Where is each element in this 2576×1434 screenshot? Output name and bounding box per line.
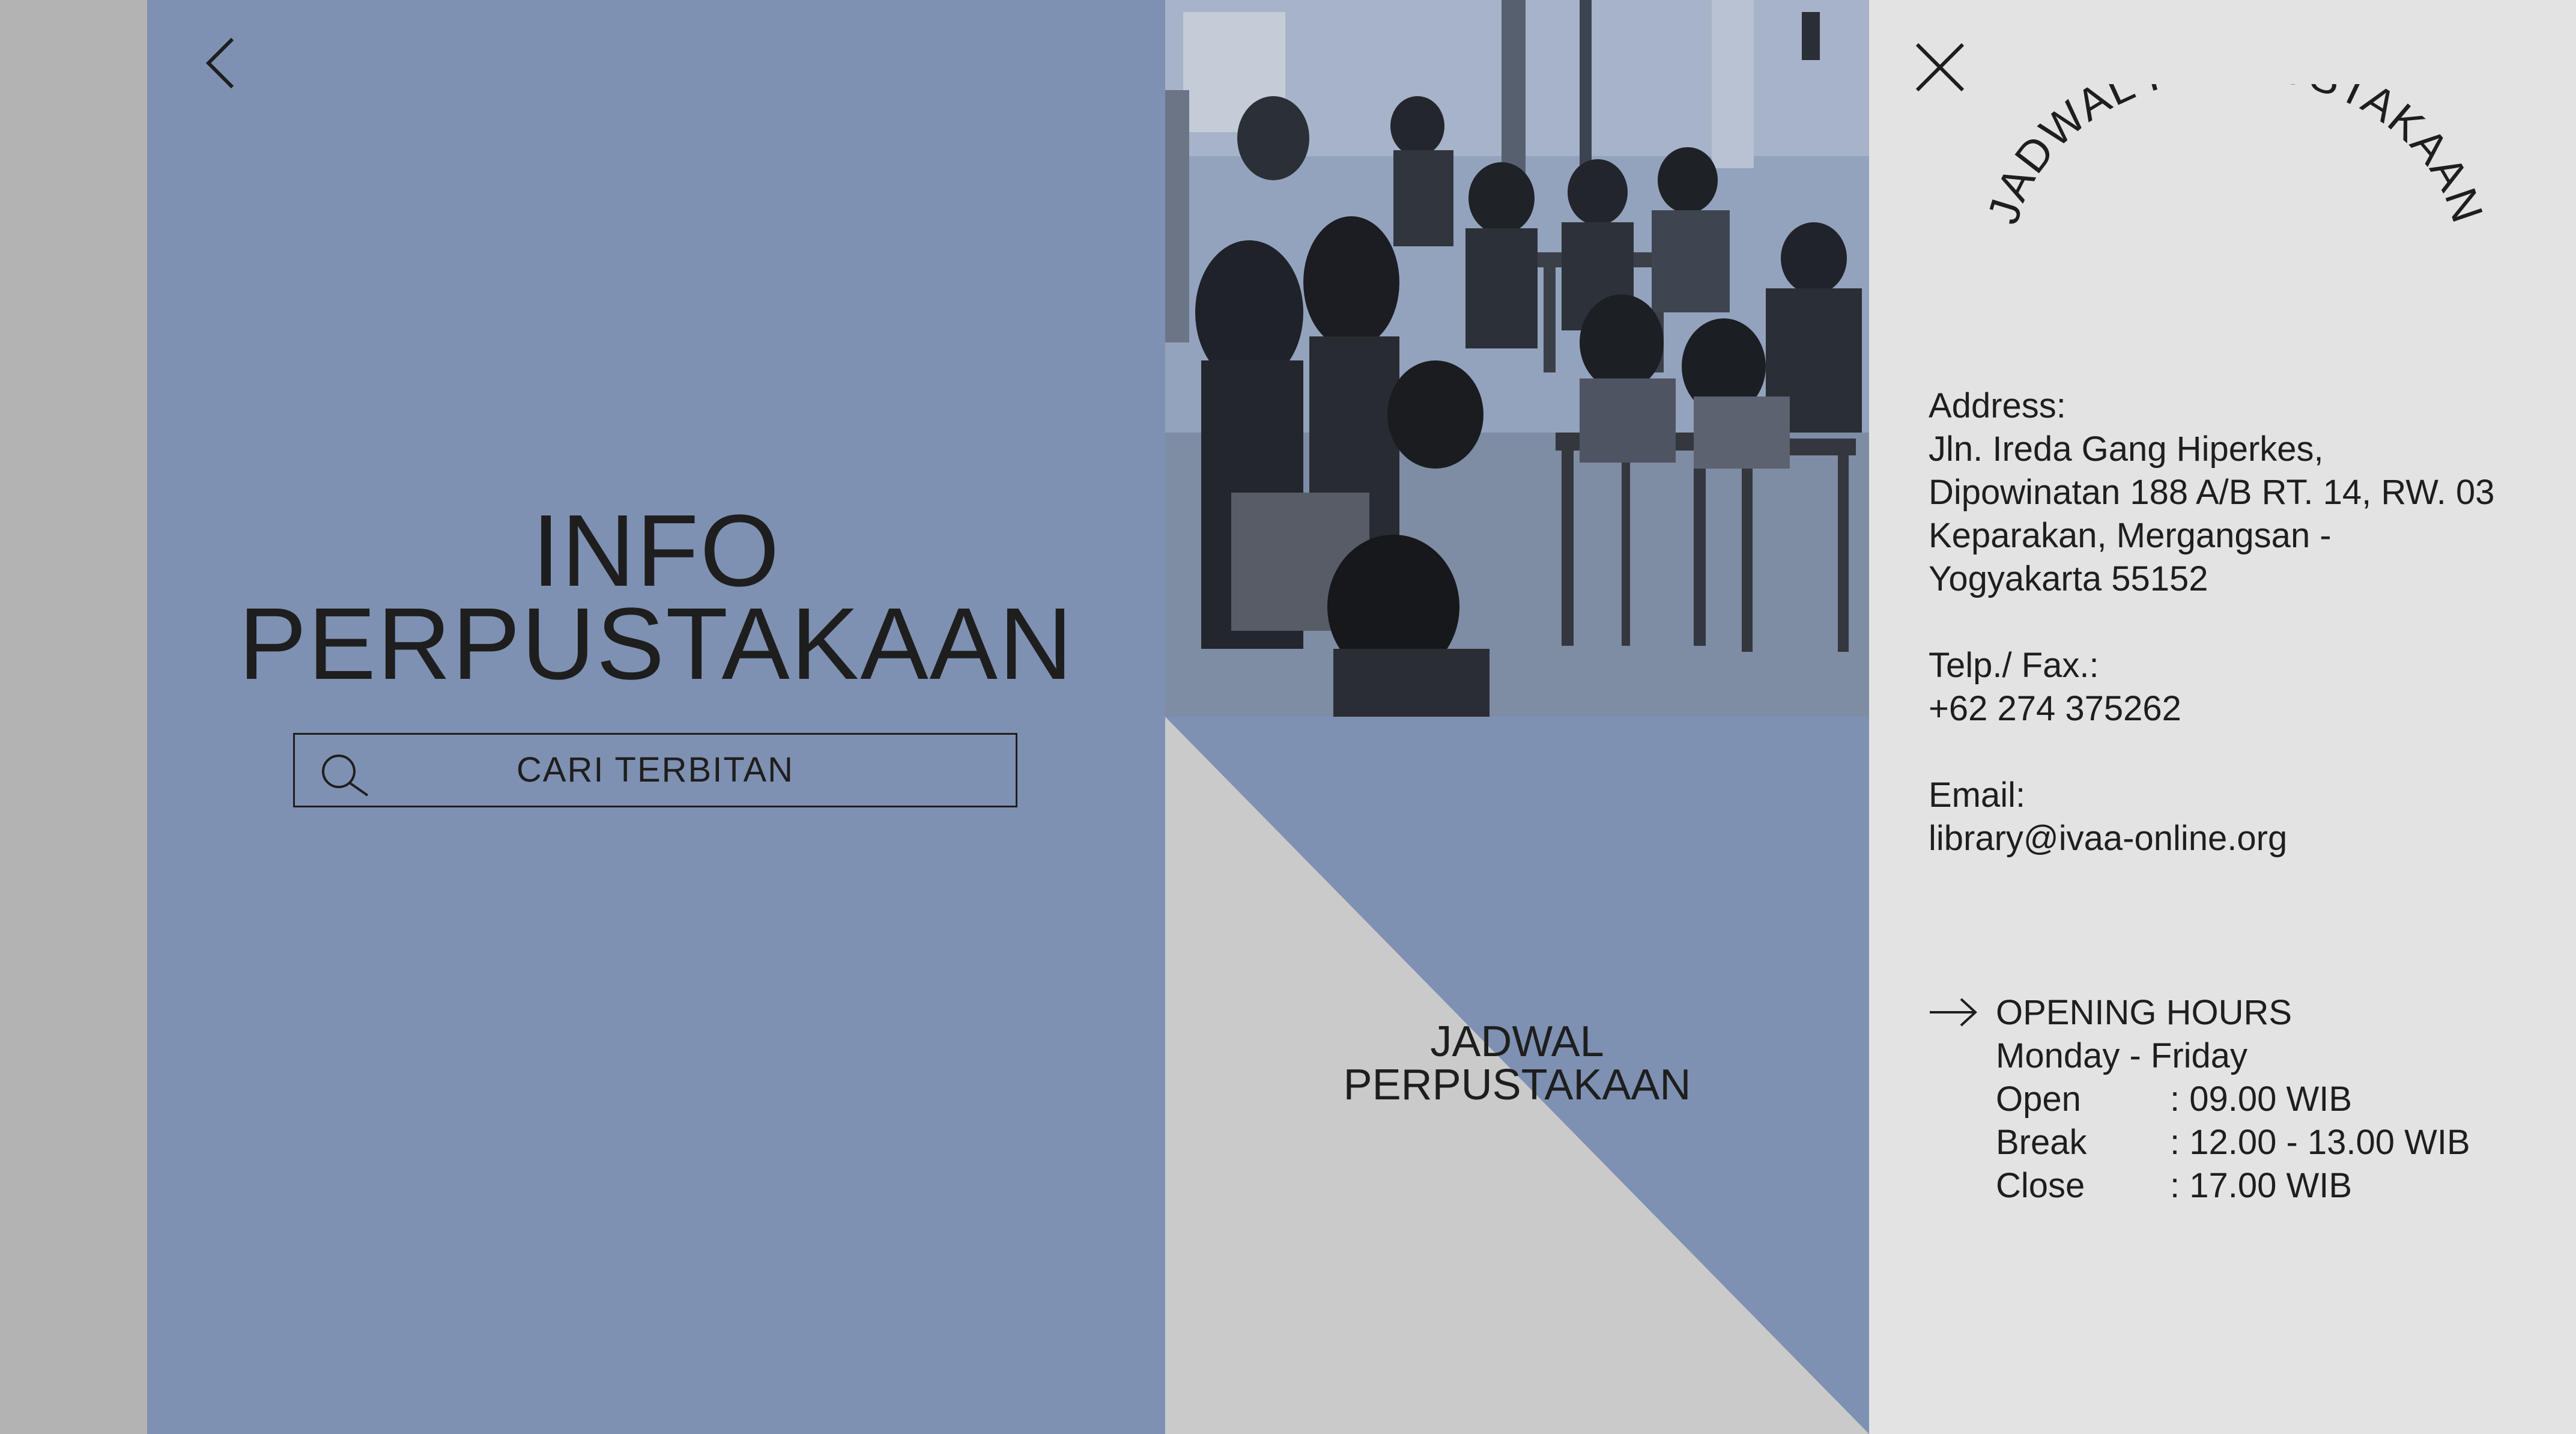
search-publication-field[interactable]: CARI TERBITAN — [293, 733, 1017, 807]
contact-info: Address: Jln. Ireda Gang Hiperkes, Dipow… — [1929, 384, 2495, 860]
side-strip: INDONESIAN VISUAL A — [0, 0, 147, 1434]
hours-row-value: : 12.00 - 13.00 WIB — [2170, 1123, 2470, 1162]
address-label: Address: — [1929, 386, 2066, 425]
hours-row-open: Open : 09.00 WIB — [1996, 1078, 2470, 1121]
vertical-site-title: INDONESIAN VISUAL A — [120, 0, 147, 1334]
search-label: CARI TERBITAN — [516, 750, 795, 789]
address-line-4: Yogyakarta 55152 — [1929, 559, 2208, 598]
phone-label: Telp./ Fax.: — [1929, 646, 2099, 685]
phone-number: +62 274 375262 — [1929, 689, 2181, 728]
email-link[interactable]: library@ivaa-online.org — [1929, 817, 2495, 860]
page-title: INFO PERPUSTAKAAN — [147, 494, 1165, 701]
arrow-right-icon — [1930, 998, 1977, 1027]
info-panel: INFO PERPUSTAKAAN CARI TERBITAN — [147, 0, 1165, 1434]
arc-title-text: JADWAL PERPUSTAKAAN — [1978, 84, 2492, 229]
hours-row-close: Close : 17.00 WIB — [1996, 1164, 2470, 1208]
arc-title: JADWAL PERPUSTAKAAN — [1978, 84, 2493, 229]
close-icon[interactable] — [1915, 42, 1965, 93]
schedule-tile-line2: PERPUSTAKAAN — [1343, 1061, 1691, 1109]
email-label: Email: — [1929, 776, 2026, 815]
hours-row-label: Close — [1996, 1166, 2085, 1205]
event-photo — [1165, 0, 1869, 717]
hours-row-label: Open — [1996, 1080, 2081, 1119]
address-line-1: Jln. Ireda Gang Hiperkes, — [1929, 430, 2324, 469]
hours-row-label: Break — [1996, 1123, 2087, 1162]
address-line-2: Dipowinatan 188 A/B RT. 14, RW. 03 — [1929, 473, 2495, 512]
hours-row-break: Break : 12.00 - 13.00 WIB — [1996, 1121, 2470, 1164]
hours-row-value: : 09.00 WIB — [2170, 1080, 2353, 1119]
svg-text:JADWAL PERPUSTAKAAN: JADWAL PERPUSTAKAAN — [1978, 84, 2493, 229]
hours-row-value: : 17.00 WIB — [2170, 1166, 2353, 1205]
event-photo-graphic — [1165, 0, 1869, 717]
page-title-line2: PERPUSTAKAAN — [238, 587, 1074, 701]
opening-days: Monday - Friday — [1996, 1036, 2248, 1075]
schedule-tile[interactable]: JADWAL PERPUSTAKAAN — [1165, 717, 1869, 1434]
address-line-3: Keparakan, Mergangsan - — [1929, 516, 2332, 555]
schedule-tile-label: JADWAL PERPUSTAKAAN — [1165, 1020, 1869, 1107]
chevron-left-icon[interactable] — [195, 33, 249, 93]
page-title-line1: INFO — [532, 494, 781, 608]
schedule-panel: JADWAL PERPUSTAKAAN Address: Jln. Ireda … — [1869, 0, 2576, 1434]
opening-hours-title: OPENING HOURS — [1996, 993, 2293, 1032]
schedule-tile-line1: JADWAL — [1430, 1018, 1604, 1066]
opening-hours-block: OPENING HOURS Monday - Friday Open : 09.… — [1996, 991, 2470, 1208]
